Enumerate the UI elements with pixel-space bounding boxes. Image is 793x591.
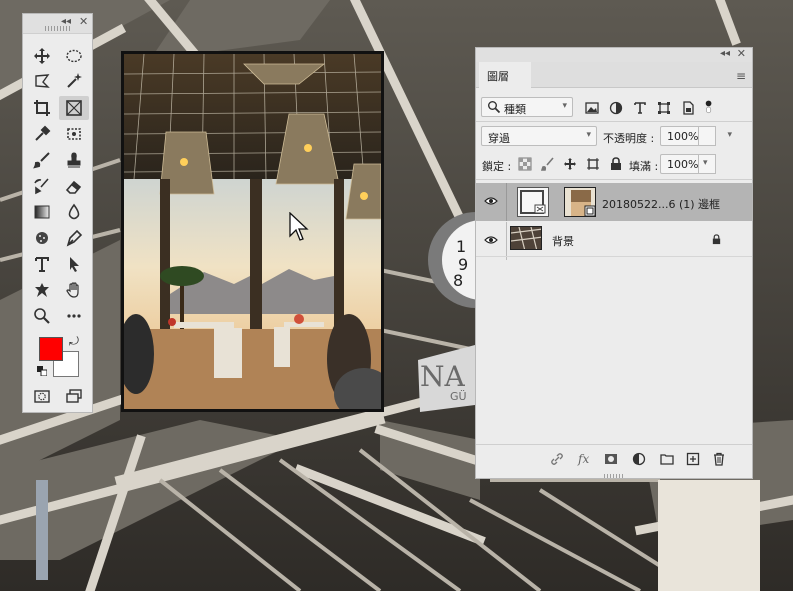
- svg-text:9: 9: [458, 255, 468, 274]
- screen-mode-icon[interactable]: [59, 384, 89, 408]
- type-tool-icon[interactable]: [27, 252, 57, 276]
- tools-panel: ◂◂ ✕ ⤾: [22, 13, 93, 413]
- brush-tool-icon[interactable]: [27, 148, 57, 172]
- swap-colors-icon[interactable]: ⤾: [69, 334, 79, 349]
- delete-layer-icon[interactable]: [712, 452, 726, 469]
- layer-row[interactable]: 20180522...6 (1) 邊框: [476, 183, 752, 221]
- tab-layers[interactable]: 圖層: [479, 62, 531, 88]
- search-icon: [487, 100, 501, 117]
- history-brush-tool-icon[interactable]: [27, 174, 57, 198]
- eye-icon[interactable]: [484, 235, 498, 245]
- crop-tool-icon[interactable]: [27, 96, 57, 120]
- lock-all-icon[interactable]: [609, 157, 623, 174]
- link-layers-icon[interactable]: [550, 452, 564, 469]
- lock-position-icon[interactable]: [563, 157, 577, 174]
- foreground-color-swatch[interactable]: [39, 337, 63, 361]
- lock-artboard-icon[interactable]: [586, 157, 600, 174]
- lock-icon: [711, 234, 722, 248]
- fill-dropdown-button[interactable]: ▾: [698, 154, 716, 174]
- close-icon[interactable]: ✕: [737, 47, 746, 60]
- new-adjustment-layer-icon[interactable]: [632, 452, 646, 469]
- divider: [476, 121, 752, 122]
- background-thumbnail[interactable]: [510, 226, 542, 250]
- layer-name[interactable]: 20180522...6 (1) 邊框: [602, 196, 720, 212]
- lasso-tool-icon[interactable]: [27, 69, 57, 93]
- panel-resize-grip-icon[interactable]: [604, 474, 624, 478]
- divider: [476, 179, 752, 180]
- filter-row: 種類 ▾: [476, 95, 752, 121]
- shape-layer-filter-icon[interactable]: [657, 101, 671, 118]
- sponge-tool-icon[interactable]: [27, 226, 57, 250]
- filter-kind-select[interactable]: 種類 ▾: [481, 97, 573, 117]
- blur-tool-icon[interactable]: [59, 200, 89, 224]
- eyedropper-tool-icon[interactable]: [27, 122, 57, 146]
- close-icon[interactable]: ✕: [79, 15, 88, 28]
- elliptical-marquee-tool-icon[interactable]: [59, 44, 89, 68]
- new-layer-icon[interactable]: [686, 452, 700, 469]
- add-mask-icon[interactable]: [604, 452, 618, 469]
- layers-footer: fx: [476, 446, 752, 472]
- divider: [506, 222, 507, 260]
- double-chevron-left-icon[interactable]: ◂◂: [720, 48, 730, 59]
- layer-name[interactable]: 背景: [552, 233, 574, 249]
- opacity-dropdown-button[interactable]: [698, 126, 716, 146]
- patch-tool-icon[interactable]: [59, 122, 89, 146]
- lock-row: 鎖定 : 填滿 : 100% ▾: [476, 152, 752, 178]
- chevron-down-icon: ▾: [586, 130, 591, 140]
- custom-shape-tool-icon[interactable]: [27, 278, 57, 302]
- more-tools-icon[interactable]: [59, 304, 89, 328]
- filter-toggle-icon[interactable]: [705, 98, 715, 119]
- svg-text:NA: NA: [420, 360, 466, 393]
- fx-icon[interactable]: fx: [578, 452, 589, 466]
- adjustment-layer-filter-icon[interactable]: [609, 101, 623, 118]
- smart-object-thumbnail[interactable]: [564, 187, 596, 217]
- type-layer-filter-icon[interactable]: [633, 101, 647, 118]
- clone-stamp-tool-icon[interactable]: [59, 148, 89, 172]
- move-tool-icon[interactable]: [27, 44, 57, 68]
- hand-tool-icon[interactable]: [59, 278, 89, 302]
- new-group-icon[interactable]: [660, 452, 674, 469]
- smart-object-filter-icon[interactable]: [681, 101, 695, 118]
- gradient-tool-icon[interactable]: [27, 200, 57, 224]
- frame-thumbnail[interactable]: [517, 187, 549, 217]
- layers-panel-titlebar[interactable]: ◂◂ ✕: [476, 47, 752, 62]
- layers-panel: ◂◂ ✕ 圖層 ≡ 種類 ▾ 穿過 ▾ 不透明度: 100% ▾ 鎖定: 填…: [475, 47, 753, 479]
- zoom-tool-icon[interactable]: [27, 304, 57, 328]
- fill-value: 100%: [667, 158, 699, 171]
- blend-mode-value: 穿過: [488, 132, 510, 145]
- tools-panel-header[interactable]: ◂◂ ✕: [23, 14, 92, 34]
- lock-label: 鎖定 :: [482, 160, 512, 173]
- svg-text:GÜ: GÜ: [450, 390, 467, 403]
- quick-mask-icon[interactable]: [27, 384, 57, 408]
- pixel-layer-filter-icon[interactable]: [585, 101, 599, 118]
- eraser-tool-icon[interactable]: [59, 174, 89, 198]
- filter-kind-value: 種類: [504, 103, 526, 116]
- magic-wand-tool-icon[interactable]: [59, 69, 89, 93]
- document-canvas[interactable]: [121, 51, 384, 412]
- layer-row[interactable]: 背景: [476, 222, 752, 260]
- divider: [476, 256, 752, 257]
- opacity-value: 100%: [667, 130, 699, 143]
- opacity-label: 不透明度 :: [603, 132, 655, 145]
- double-chevron-left-icon[interactable]: ◂◂: [61, 16, 71, 27]
- default-colors-icon[interactable]: [37, 366, 47, 376]
- lock-transparent-pixels-icon[interactable]: [518, 157, 532, 174]
- blend-mode-select[interactable]: 穿過 ▾: [481, 126, 597, 146]
- frame-image: [124, 54, 381, 409]
- chevron-down-icon: ▾: [562, 101, 567, 111]
- path-selection-tool-icon[interactable]: [59, 252, 89, 276]
- blend-row: 穿過 ▾ 不透明度 : 100% ▾: [476, 124, 752, 150]
- layers-tabbar: 圖層 ≡: [476, 62, 752, 88]
- panel-menu-icon[interactable]: ≡: [736, 69, 746, 83]
- pen-tool-icon[interactable]: [59, 226, 89, 250]
- eye-icon[interactable]: [484, 196, 498, 206]
- divider: [506, 183, 507, 221]
- fill-label: 填滿 :: [629, 160, 659, 173]
- lock-image-pixels-icon[interactable]: [540, 157, 555, 174]
- chevron-down-icon[interactable]: ▾: [727, 130, 732, 140]
- divider: [476, 444, 752, 445]
- svg-text:1: 1: [456, 237, 466, 256]
- mouse-cursor-icon: [289, 212, 309, 241]
- frame-tool-icon[interactable]: [59, 96, 89, 120]
